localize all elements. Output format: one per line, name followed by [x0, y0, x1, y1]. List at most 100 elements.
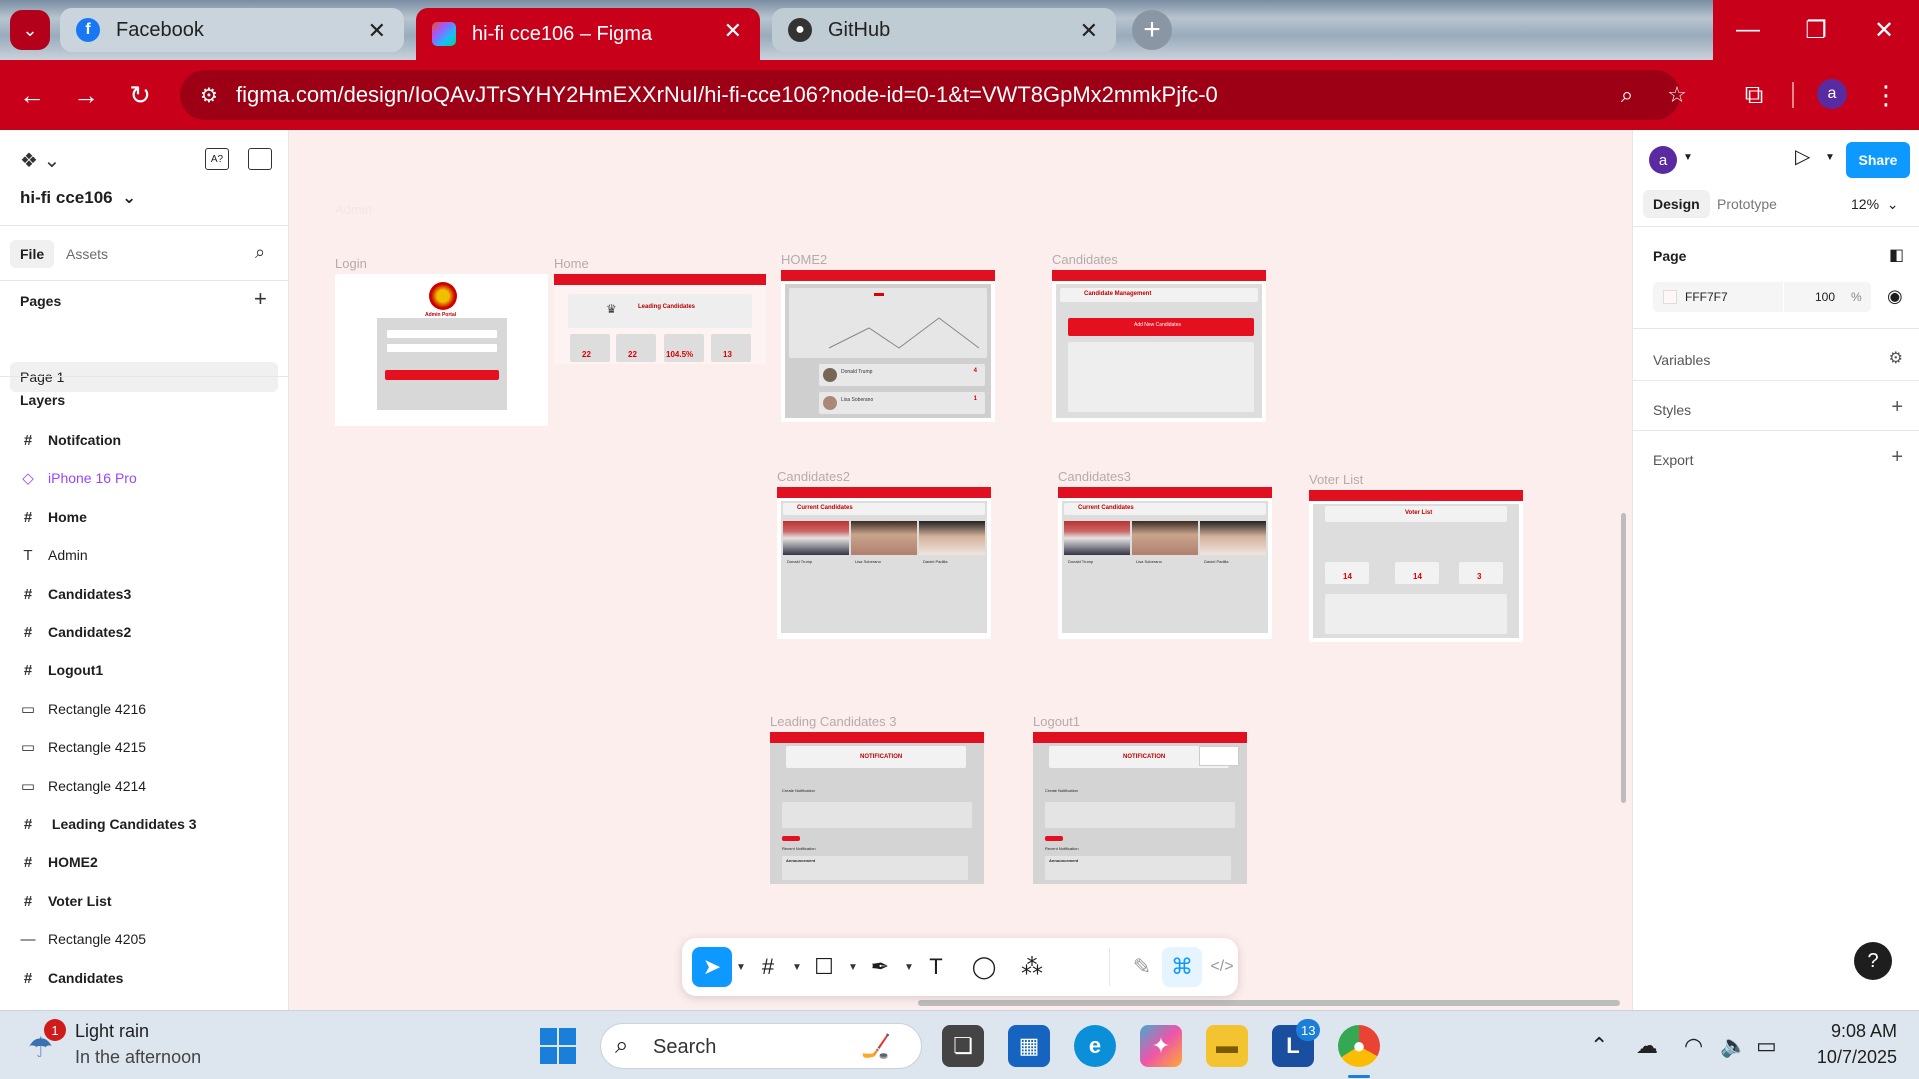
close-window-button[interactable]: ✕: [1849, 0, 1919, 60]
layer-item[interactable]: — Rectangle 4205: [20, 927, 147, 951]
text-tool-icon[interactable]: T: [916, 947, 956, 987]
address-bar[interactable]: ⚙ figma.com/design/IoQAvJTrSYHY2HmEXXrNu…: [180, 70, 1687, 120]
frame-home[interactable]: ♛ Leading Candidates 22 22 104.5% 13: [554, 274, 766, 364]
frame-label-home[interactable]: Home: [554, 256, 589, 271]
browser-profile-avatar[interactable]: a: [1817, 79, 1847, 109]
tab-search-button[interactable]: ⌄: [10, 10, 50, 50]
zoom-level[interactable]: 12% ⌄: [1851, 196, 1899, 213]
help-button[interactable]: ?: [1854, 942, 1892, 980]
tab-github[interactable]: ● GitHub ✕: [772, 8, 1116, 52]
fill-hex[interactable]: FFF7F7: [1685, 290, 1728, 304]
layer-item[interactable]: # Notifcation: [20, 428, 122, 452]
store-icon[interactable]: ▦: [1008, 1025, 1050, 1067]
clock-date[interactable]: 10/7/2025: [1817, 1047, 1897, 1068]
copilot-icon[interactable]: ✦: [1140, 1025, 1182, 1067]
browser-menu-icon[interactable]: ⋮: [1868, 77, 1904, 113]
comment-tool-icon[interactable]: ◯: [964, 947, 1004, 987]
tab-design[interactable]: Design: [1643, 190, 1710, 218]
tab-assets[interactable]: Assets: [56, 240, 118, 268]
restore-button[interactable]: ❐: [1781, 0, 1851, 60]
frame-logout1[interactable]: NOTIFICATION Create Notification Recent …: [1033, 732, 1247, 884]
move-tool-icon[interactable]: ➤: [692, 947, 732, 987]
ai-tools-icon[interactable]: A?: [205, 148, 229, 170]
bookmark-star-icon[interactable]: ☆: [1662, 80, 1692, 110]
share-button[interactable]: Share: [1846, 142, 1910, 178]
local-variables-icon[interactable]: ◧: [1889, 245, 1904, 265]
onedrive-cloud-icon[interactable]: ☁: [1636, 1033, 1658, 1059]
file-explorer-icon[interactable]: ▬: [1206, 1025, 1248, 1067]
frame-label-leading-candidates-3[interactable]: Leading Candidates 3: [770, 714, 897, 729]
chevron-down-icon[interactable]: ▼: [904, 962, 914, 973]
minimize-button[interactable]: —: [1713, 0, 1783, 60]
present-play-icon[interactable]: ▷: [1795, 144, 1810, 169]
add-page-icon[interactable]: +: [254, 286, 267, 312]
frame-label-logout1[interactable]: Logout1: [1033, 714, 1080, 729]
layer-item[interactable]: # HOME2: [20, 850, 98, 874]
layer-item[interactable]: # Home: [20, 505, 87, 529]
wifi-icon[interactable]: ◠: [1684, 1033, 1703, 1059]
frame-label-home2[interactable]: HOME2: [781, 252, 827, 267]
url-text[interactable]: figma.com/design/IoQAvJTrSYHY2HmEXXrNuI/…: [236, 82, 1218, 108]
frame-login[interactable]: Admin Portal: [335, 274, 548, 426]
toggle-sidebar-icon[interactable]: [248, 148, 272, 170]
pen-tool-icon[interactable]: ✒: [860, 947, 900, 987]
edge-icon[interactable]: e: [1074, 1025, 1116, 1067]
design-canvas[interactable]: Admin Login Admin Portal Home ♛ Leading …: [289, 130, 1632, 1010]
frame-label-candidates3[interactable]: Candidates3: [1058, 469, 1131, 484]
color-swatch[interactable]: [1663, 290, 1677, 304]
file-name[interactable]: hi-fi cce106 ⌄: [20, 188, 136, 208]
draw-mode-icon[interactable]: ✎: [1122, 947, 1162, 987]
frame-home2[interactable]: Donald Trump 4 Lisa Soberano 1: [781, 270, 995, 422]
show-hidden-icons-chevron-icon[interactable]: ⌃: [1590, 1033, 1608, 1059]
taskbar-search[interactable]: ⌕ Search 🏒: [600, 1023, 922, 1069]
rectangle-tool-icon[interactable]: ☐: [804, 947, 844, 987]
zoom-icon[interactable]: ⌕: [1612, 80, 1642, 110]
battery-icon[interactable]: ▭: [1756, 1033, 1777, 1059]
layer-item[interactable]: # Leading Candidates 3: [20, 812, 197, 836]
layer-item[interactable]: ▭ Rectangle 4214: [20, 774, 146, 798]
close-tab-icon[interactable]: ✕: [1080, 18, 1098, 44]
frame-candidates2[interactable]: Current Candidates Donald Trump Lisa Sob…: [777, 487, 991, 639]
design-mode-icon[interactable]: ⌘: [1162, 947, 1202, 987]
close-tab-icon[interactable]: ✕: [724, 18, 742, 44]
page-fill-field[interactable]: FFF7F7 100 %: [1653, 282, 1871, 312]
frame-label-voter-list[interactable]: Voter List: [1309, 472, 1363, 487]
layer-item[interactable]: T Admin: [20, 543, 87, 567]
frame-label-login[interactable]: Login: [335, 256, 367, 271]
layer-item[interactable]: # Candidates: [20, 966, 124, 990]
frame-leading-candidates-3[interactable]: NOTIFICATION Create Notification Recent …: [770, 732, 984, 884]
frame-voter-list[interactable]: Voter List 14 14 3: [1309, 490, 1523, 642]
figma-main-menu-icon[interactable]: ❖ ⌄: [20, 148, 60, 173]
volume-icon[interactable]: 🔈: [1720, 1033, 1747, 1059]
clock-time[interactable]: 9:08 AM: [1831, 1021, 1897, 1042]
page-item[interactable]: Page 1: [10, 362, 278, 392]
layer-item[interactable]: ◇ iPhone 16 Pro: [20, 466, 137, 490]
chevron-down-icon[interactable]: ▼: [736, 962, 746, 973]
tab-file[interactable]: File: [10, 240, 55, 268]
frame-candidates3[interactable]: Current Candidates Donald Trump Lisa Sob…: [1058, 487, 1272, 639]
frame-label-candidates2[interactable]: Candidates2: [777, 469, 850, 484]
actions-tool-icon[interactable]: ⁂: [1012, 947, 1052, 987]
forward-button[interactable]: →: [68, 77, 104, 113]
layer-item[interactable]: ▭ Rectangle 4216: [20, 697, 146, 721]
layer-item[interactable]: # Voter List: [20, 889, 112, 913]
tab-prototype[interactable]: Prototype: [1707, 190, 1787, 218]
site-info-icon[interactable]: ⚙: [194, 80, 224, 110]
add-style-icon[interactable]: +: [1891, 396, 1903, 419]
search-icon[interactable]: ⌕: [255, 242, 265, 263]
fill-opacity[interactable]: 100: [1815, 290, 1835, 304]
frame-tool-icon[interactable]: #: [748, 947, 788, 987]
frame-label-candidates[interactable]: Candidates: [1052, 252, 1118, 267]
weather-title[interactable]: Light rain: [75, 1021, 149, 1042]
user-avatar[interactable]: a: [1649, 146, 1677, 174]
tab-facebook[interactable]: f Facebook ✕: [60, 8, 404, 52]
chevron-down-icon[interactable]: ▼: [1825, 152, 1835, 163]
chevron-down-icon[interactable]: ▼: [848, 962, 858, 973]
add-export-icon[interactable]: +: [1891, 446, 1903, 469]
frame-candidates[interactable]: Candidate Management Add New Candidates: [1052, 270, 1266, 422]
tab-figma[interactable]: hi-fi cce106 – Figma ✕: [416, 8, 760, 60]
layer-item[interactable]: # Candidates3: [20, 582, 132, 606]
back-button[interactable]: ←: [14, 77, 50, 113]
eye-icon[interactable]: ◉: [1887, 286, 1903, 307]
new-tab-button[interactable]: +: [1132, 10, 1172, 50]
